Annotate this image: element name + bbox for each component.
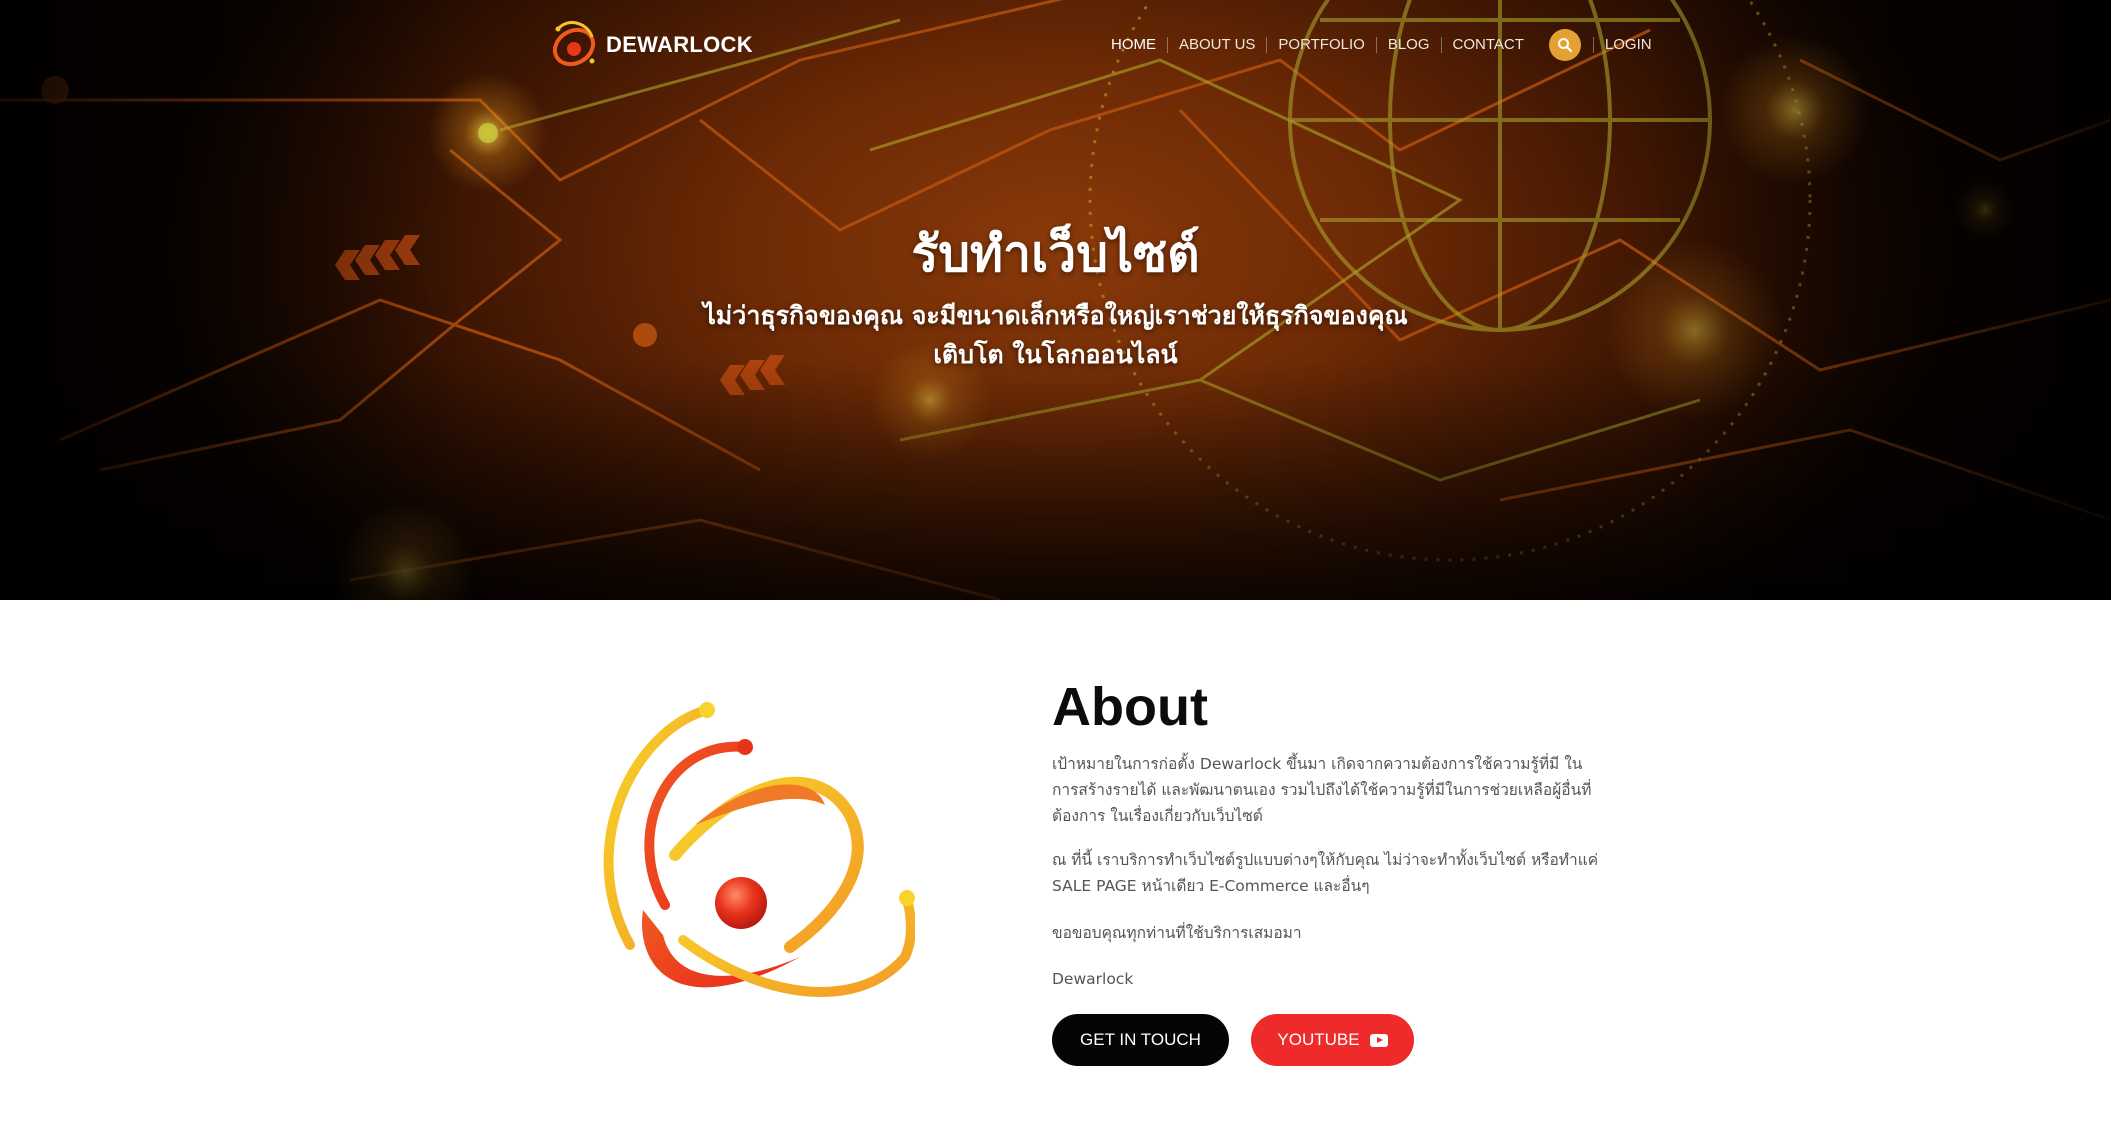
search-icon [1557, 38, 1572, 53]
site-logo[interactable]: DEWARLOCK [548, 16, 753, 74]
youtube-button[interactable]: YOUTUBE [1251, 1014, 1414, 1066]
get-in-touch-label: GET IN TOUCH [1080, 1030, 1201, 1049]
hero-banner: DEWARLOCK HOME ABOUT US PORTFOLIO BLOG C… [0, 0, 2111, 600]
hero-subtitle-line-1: ไม่ว่าธุรกิจของคุณ จะมีขนาดเล็กหรือใหญ่เ… [703, 301, 1408, 330]
about-paragraph-1: เป้าหมายในการก่อตั้ง Dewarlock ขึ้นมา เก… [1052, 755, 1592, 825]
about-signature: Dewarlock [1052, 970, 1134, 988]
main-nav: HOME ABOUT US PORTFOLIO BLOG CONTACT LOG… [1100, 28, 1663, 62]
about-title: About [1052, 677, 1208, 737]
about-paragraph-3: ขอขอบคุณทุกท่านที่ใช้บริการเสมอมา [1052, 924, 1302, 942]
dewarlock-logo-icon [552, 21, 596, 67]
youtube-label: YOUTUBE [1277, 1030, 1360, 1049]
nav-item-login[interactable]: LOGIN [1594, 36, 1663, 54]
nav-item-contact[interactable]: CONTACT [1442, 36, 1535, 54]
search-button[interactable] [1548, 29, 1581, 61]
nav-item-about-us[interactable]: ABOUT US [1168, 36, 1266, 54]
hero-subtitle-line-2: เติบโต ในโลกออนไลน์ [933, 340, 1178, 369]
hero-title: รับทำเว็บไซต์ [911, 225, 1200, 283]
nav-item-portfolio[interactable]: PORTFOLIO [1267, 36, 1375, 54]
get-in-touch-button[interactable]: GET IN TOUCH [1052, 1014, 1229, 1066]
about-paragraph-2: ณ ที่นี้ เราบริการทำเว็บไซต์รูปแบบต่างๆใ… [1052, 851, 1599, 895]
logo-text: DEWARLOCK [606, 32, 753, 57]
nav-item-blog[interactable]: BLOG [1377, 36, 1441, 54]
hero-subtitle: ไม่ว่าธุรกิจของคุณ จะมีขนาดเล็กหรือใหญ่เ… [0, 296, 2111, 374]
nav-item-home[interactable]: HOME [1100, 36, 1167, 54]
youtube-icon [1369, 1033, 1388, 1047]
dewarlock-large-logo-icon [603, 702, 915, 997]
